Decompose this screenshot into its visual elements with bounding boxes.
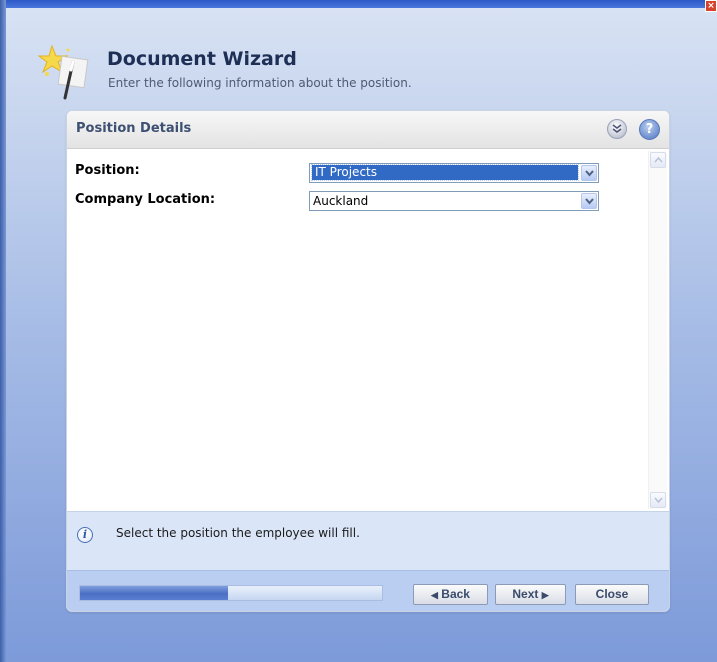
panel-header: Position Details ?	[67, 111, 669, 149]
close-button-label: Close	[595, 587, 629, 601]
chevron-up-icon	[654, 157, 663, 163]
position-select-value: IT Projects	[311, 164, 579, 181]
back-button[interactable]: ◀ Back	[413, 584, 488, 605]
help-button[interactable]: ?	[639, 119, 660, 140]
chevron-down-icon	[585, 198, 594, 205]
company-location-label: Company Location:	[75, 192, 216, 207]
progress-bar-fill	[80, 586, 228, 600]
help-icon: ?	[645, 122, 654, 137]
chevron-down-icon	[585, 170, 594, 177]
scroll-down-button[interactable]	[650, 492, 666, 508]
company-location-select-value: Auckland	[313, 194, 369, 208]
magic-wand-icon	[38, 44, 89, 100]
scroll-up-button[interactable]	[650, 152, 666, 168]
vertical-scrollbar[interactable]	[648, 151, 667, 509]
double-chevron-down-icon	[612, 124, 622, 133]
company-location-select-arrow[interactable]	[581, 193, 597, 209]
position-select-arrow[interactable]	[581, 165, 597, 181]
progress-bar	[79, 585, 383, 601]
chevron-left-icon: ◀	[431, 590, 438, 600]
window-frame-left	[0, 0, 6, 662]
wizard-footer: ◀ Back Next ▶ Close	[67, 570, 669, 611]
chevron-right-icon: ▶	[541, 590, 549, 600]
window-titlebar	[0, 0, 717, 8]
window-close-button[interactable]: ×	[705, 0, 717, 12]
close-button[interactable]: Close	[575, 584, 649, 605]
form-area: Position: IT Projects Company Location: …	[67, 149, 647, 509]
position-details-panel: Position Details ? Position: IT Projects…	[66, 110, 670, 612]
next-button[interactable]: Next ▶	[495, 584, 566, 605]
next-button-label: Next	[512, 587, 539, 601]
position-label: Position:	[75, 163, 140, 178]
wizard-subtitle: Enter the following information about th…	[108, 76, 412, 90]
position-select[interactable]: IT Projects	[309, 163, 599, 183]
collapse-button[interactable]	[607, 119, 627, 139]
back-button-label: Back	[441, 587, 470, 601]
panel-title: Position Details	[76, 121, 192, 136]
info-text: Select the position the employee will fi…	[116, 526, 360, 540]
info-bar: i Select the position the employee will …	[67, 511, 669, 570]
info-icon: i	[77, 527, 93, 543]
wizard-title: Document Wizard	[107, 48, 297, 70]
chevron-down-icon	[654, 497, 663, 503]
close-icon: ×	[707, 1, 715, 11]
company-location-select[interactable]: Auckland	[309, 191, 599, 211]
